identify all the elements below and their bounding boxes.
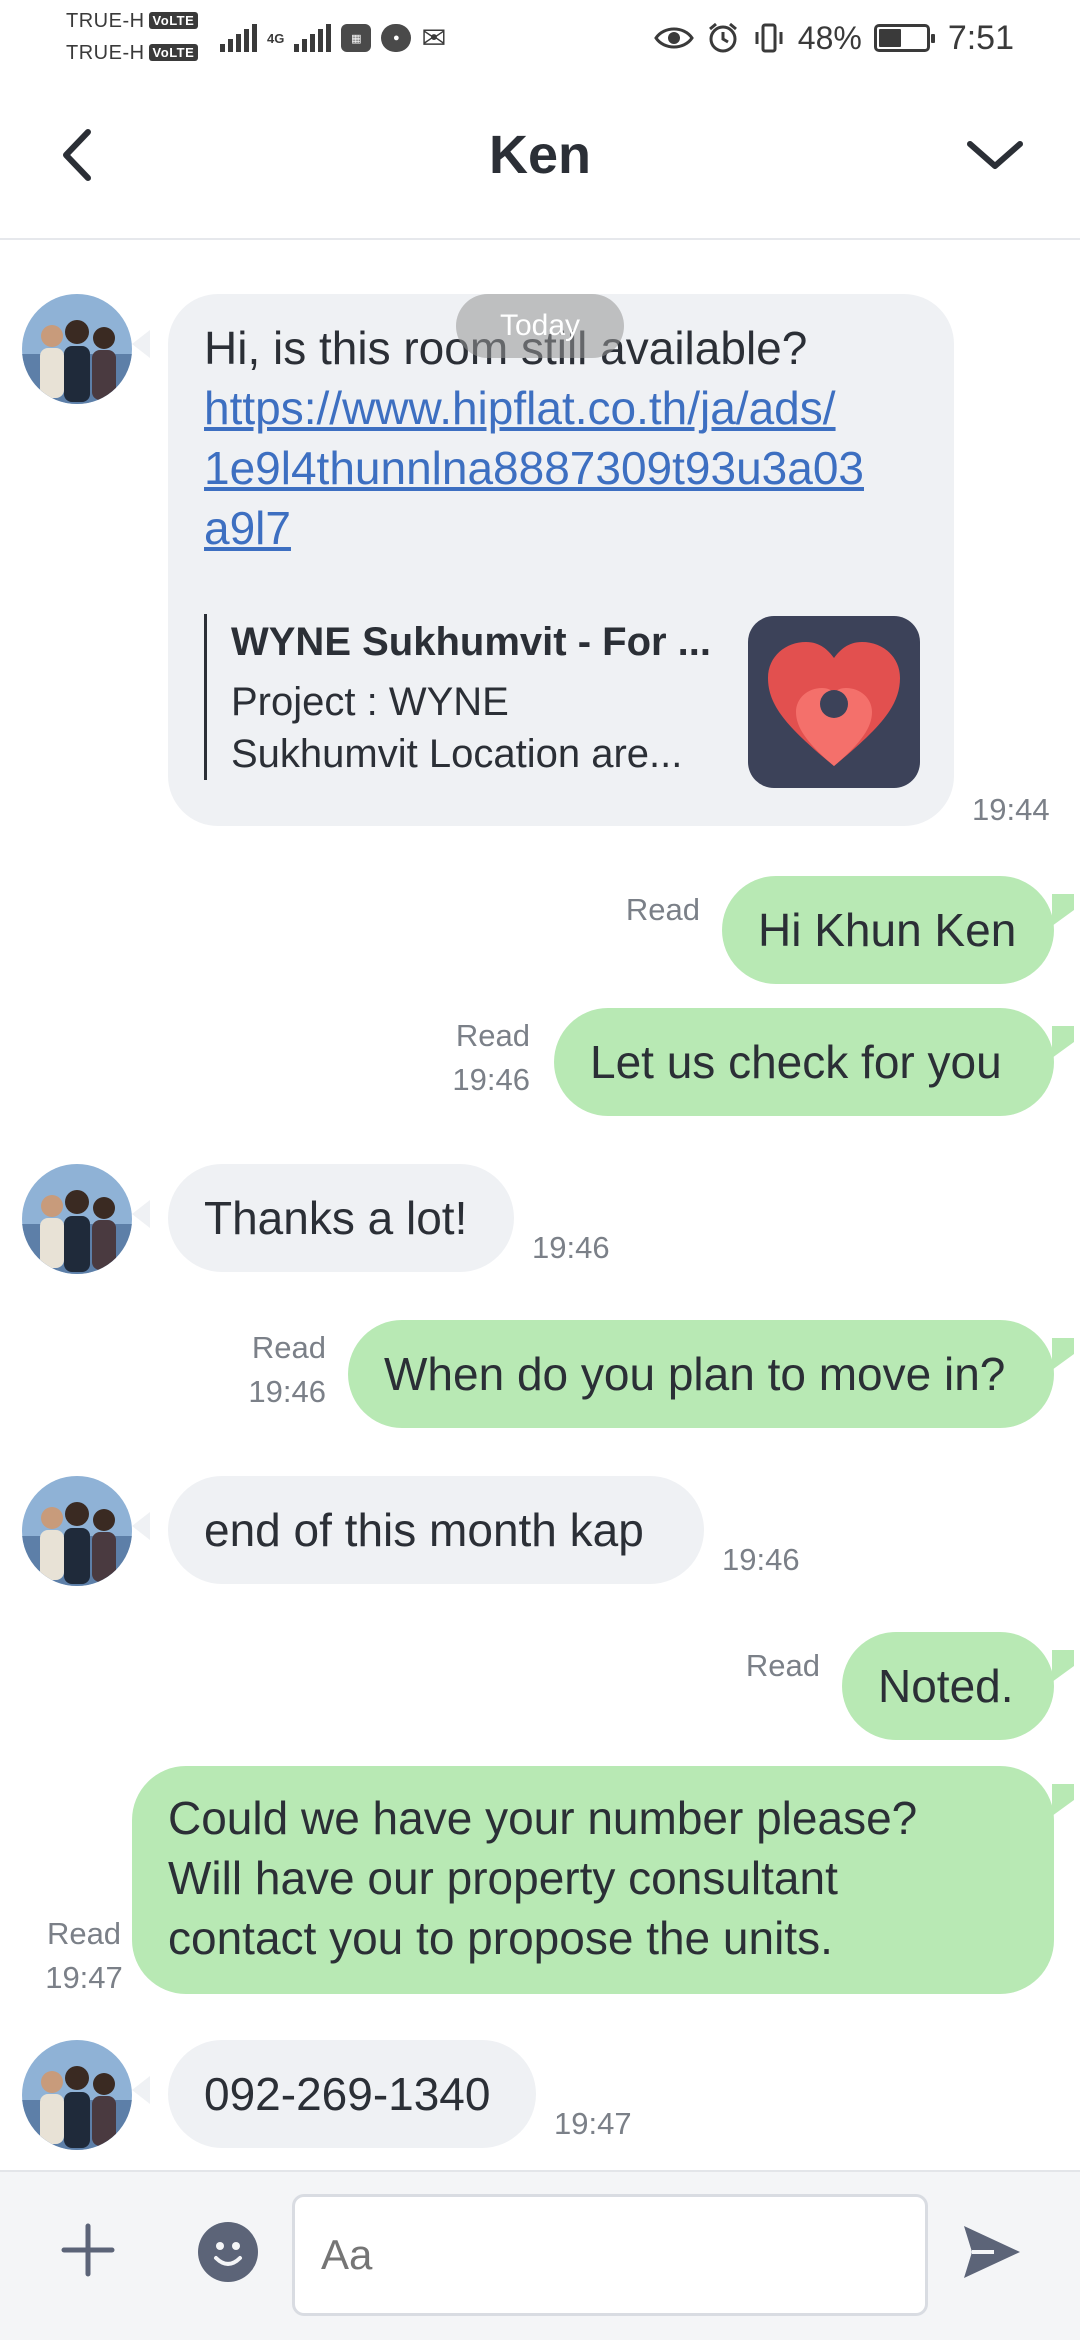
message-incoming: Thanks a lot! 19:46 xyxy=(0,1164,1080,1274)
plus-icon xyxy=(61,2223,115,2277)
read-label: Read xyxy=(745,1648,820,1683)
link-line: https://www.hipflat.co.th/ja/ads/ xyxy=(204,382,836,434)
message-time: 19:46 xyxy=(532,1230,610,1265)
bubble-tail xyxy=(1052,1650,1074,1682)
message-text: Noted. xyxy=(878,1660,1014,1712)
message-bubble[interactable]: Hi, is this room still available? https:… xyxy=(168,294,954,826)
avatar[interactable] xyxy=(22,1476,132,1586)
message-text: Thanks a lot! xyxy=(204,1192,468,1244)
chat-menu-button[interactable] xyxy=(960,120,1030,190)
volte-badge: VoLTE xyxy=(148,12,199,29)
message-time: 19:47 xyxy=(554,2106,632,2141)
battery-icon xyxy=(873,24,935,52)
message-bubble[interactable]: Hi Khun Ken xyxy=(722,876,1054,984)
preview-desc-line: Sukhumvit Location are... xyxy=(231,732,683,776)
avatar[interactable] xyxy=(22,294,132,404)
carrier-label-1: TRUE-H VoLTE xyxy=(66,10,199,33)
battery-fill xyxy=(878,29,901,47)
message-text: end of this month kap xyxy=(204,1504,644,1556)
chat-header: Ken xyxy=(0,76,1080,240)
volte-badge: VoLTE xyxy=(148,44,199,61)
message-bubble[interactable]: Could we have your number please? Will h… xyxy=(132,1766,1054,1994)
message-text: Hi Khun Ken xyxy=(758,904,1017,956)
line-app-icon: ● xyxy=(381,24,412,52)
message-bubble[interactable]: Thanks a lot! xyxy=(168,1164,514,1272)
chat-title: Ken xyxy=(488,125,591,185)
message-outgoing: Read Hi Khun Ken xyxy=(0,876,1080,986)
message-time: 19:46 xyxy=(248,1374,326,1409)
date-separator-chip: Today xyxy=(456,294,624,358)
message-list[interactable]: Hi, is this room still available? https:… xyxy=(0,242,1080,2170)
message-time: 19:44 xyxy=(972,792,1050,827)
message-time: 19:46 xyxy=(722,1542,800,1577)
link-preview-thumbnail[interactable] xyxy=(748,616,920,788)
read-label: Read xyxy=(251,1330,326,1365)
message-bubble[interactable]: end of this month kap xyxy=(168,1476,704,1584)
status-bar: TRUE-H VoLTE TRUE-H VoLTE 4G ▦ ● ✉ 48% 7:5… xyxy=(0,0,1080,76)
emoji-icon xyxy=(214,2242,242,2266)
read-receipt: Read 19:46 xyxy=(390,1014,530,1102)
link-line: 1e9l4thunnlna8887309t93u3a03 xyxy=(204,442,864,494)
message-incoming: end of this month kap 19:46 xyxy=(0,1476,1080,1586)
eye-icon xyxy=(653,27,694,49)
signal-icon xyxy=(220,24,257,52)
mail-icon: ✉ xyxy=(421,20,447,56)
avatar[interactable] xyxy=(22,1164,132,1274)
message-text: Let us check for you xyxy=(590,1036,1002,1088)
message-bubble[interactable]: When do you plan to move in? xyxy=(348,1320,1054,1428)
read-receipt: Read 19:47 xyxy=(24,1912,144,2000)
emoji-button[interactable] xyxy=(198,2222,258,2282)
message-outgoing: Read 19:46 When do you plan to move in? xyxy=(0,1320,1080,1430)
read-receipt: Read 19:46 xyxy=(186,1326,326,1414)
read-receipt: Read xyxy=(680,1644,820,1688)
read-label: Read xyxy=(46,1916,122,1951)
read-receipt: Read xyxy=(560,888,700,932)
read-label: Read xyxy=(455,1018,530,1053)
bubble-tail xyxy=(1052,1026,1074,1058)
bubble-tail xyxy=(1052,1338,1074,1370)
message-input[interactable] xyxy=(292,2194,928,2316)
message-outgoing: Read 19:47 Could we have your number ple… xyxy=(0,1766,1080,1996)
carrier-label-2: TRUE-H VoLTE xyxy=(66,42,199,65)
message-text-line: contact you to propose the units. xyxy=(168,1912,833,1964)
dropdown-chevron-icon xyxy=(967,141,1023,169)
signal-icon xyxy=(294,24,332,52)
message-text-line: Will have our property consultant xyxy=(168,1852,838,1904)
status-icons-right: 48% 7:51 xyxy=(653,18,1014,58)
read-label: Read xyxy=(625,892,700,927)
message-text: When do you plan to move in? xyxy=(384,1348,1006,1400)
network-type-label: 4G xyxy=(267,30,285,46)
message-link[interactable]: https://www.hipflat.co.th/ja/ads/ 1e9l4t… xyxy=(204,378,924,558)
avatar[interactable] xyxy=(22,2040,132,2150)
message-input-bar xyxy=(0,2170,1080,2340)
link-line: a9l7 xyxy=(204,502,291,554)
attach-button[interactable] xyxy=(58,2220,118,2280)
message-time: 19:47 xyxy=(45,1960,123,1995)
link-preview[interactable]: WYNE Sukhumvit - For ... Project : WYNE … xyxy=(204,614,712,780)
link-preview-title: WYNE Sukhumvit - For ... xyxy=(231,620,712,664)
clock: 7:51 xyxy=(947,18,1014,57)
message-outgoing: Read Noted. xyxy=(0,1632,1080,1742)
message-bubble[interactable]: Let us check for you xyxy=(554,1008,1054,1116)
send-button[interactable] xyxy=(958,2218,1026,2286)
bubble-tail xyxy=(1052,1784,1074,1816)
notification-app-icon: ▦ xyxy=(341,24,372,52)
message-incoming: 092-269-1340 19:47 xyxy=(0,2040,1080,2150)
alarm-icon xyxy=(708,22,737,53)
bubble-tail xyxy=(1052,894,1074,926)
battery-percent: 48% xyxy=(797,19,862,56)
link-preview-description: Project : WYNE Sukhumvit Location are... xyxy=(231,676,704,780)
message-bubble[interactable]: Noted. xyxy=(842,1632,1054,1740)
message-bubble[interactable]: 092-269-1340 xyxy=(168,2040,536,2148)
message-time: 19:46 xyxy=(452,1062,530,1097)
hipflat-logo-icon xyxy=(768,642,900,766)
message-outgoing: Read 19:46 Let us check for you xyxy=(0,1008,1080,1118)
message-text-line: Could we have your number please? xyxy=(168,1792,918,1844)
status-icons-left: 4G ▦ ● ✉ xyxy=(220,18,446,58)
vibrate-icon xyxy=(755,23,783,53)
send-icon xyxy=(964,2226,1020,2278)
message-text: 092-269-1340 xyxy=(204,2068,491,2120)
message-incoming-link: Hi, is this room still available? https:… xyxy=(0,294,1080,854)
preview-desc-line: Project : WYNE xyxy=(231,680,509,724)
